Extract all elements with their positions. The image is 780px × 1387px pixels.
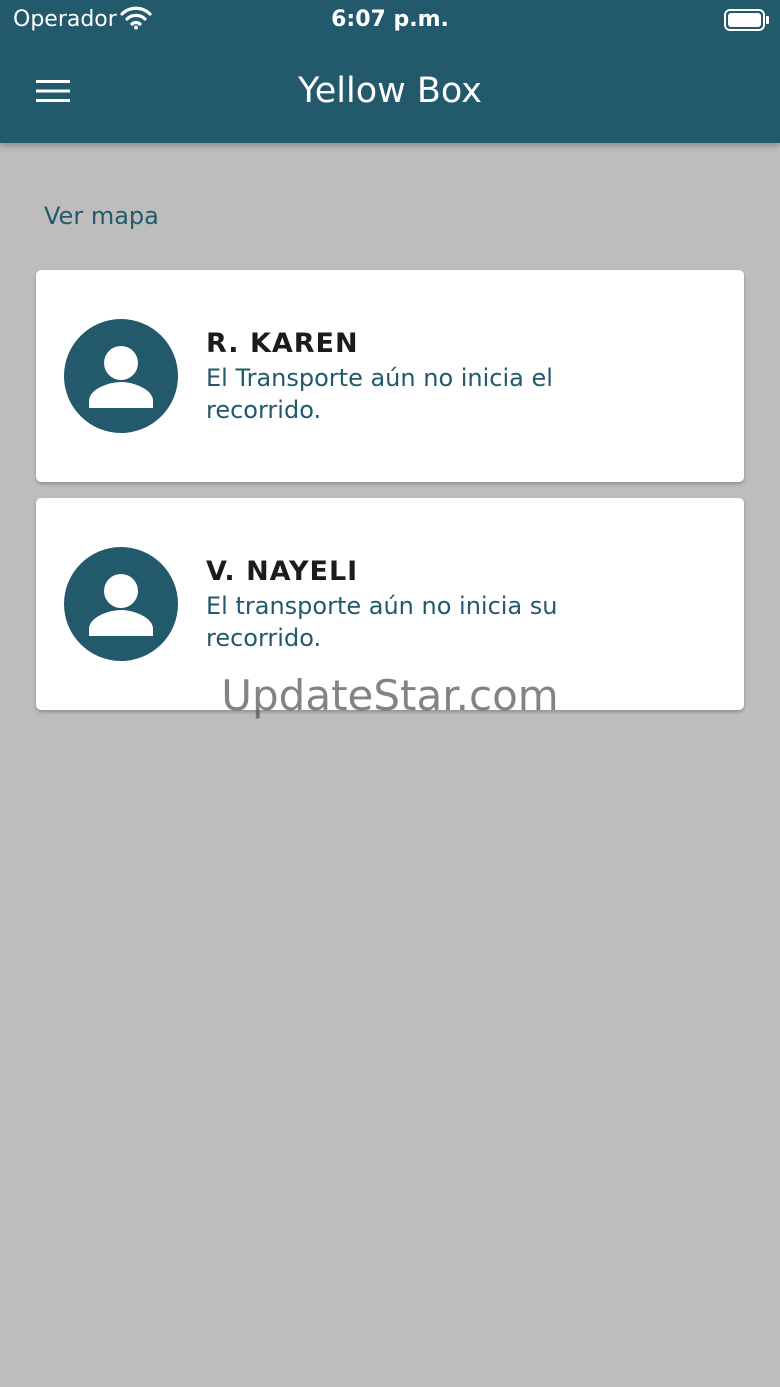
view-map-link[interactable]: Ver mapa [44,200,159,232]
app-header: Operador 6:07 p.m. Yellow Box [0,0,780,143]
student-name: R. KAREN [206,328,359,359]
watermark: UpdateStar.com [221,671,559,720]
status-time: 6:07 p.m. [331,7,449,32]
transport-status: El Transporte aún no inicia el recorrido… [206,364,553,424]
status-bar: Operador 6:07 p.m. [0,0,780,40]
student-name: V. NAYELI [206,556,359,587]
transport-status: El transporte aún no inicia su recorrido… [206,592,558,652]
student-card[interactable]: R. KAREN El Transporte aún no inicia el … [36,270,744,482]
avatar [64,547,178,661]
app-title: Yellow Box [298,71,482,111]
battery-icon [724,9,770,31]
person-icon [89,346,153,408]
avatar [64,319,178,433]
person-icon [89,574,153,636]
